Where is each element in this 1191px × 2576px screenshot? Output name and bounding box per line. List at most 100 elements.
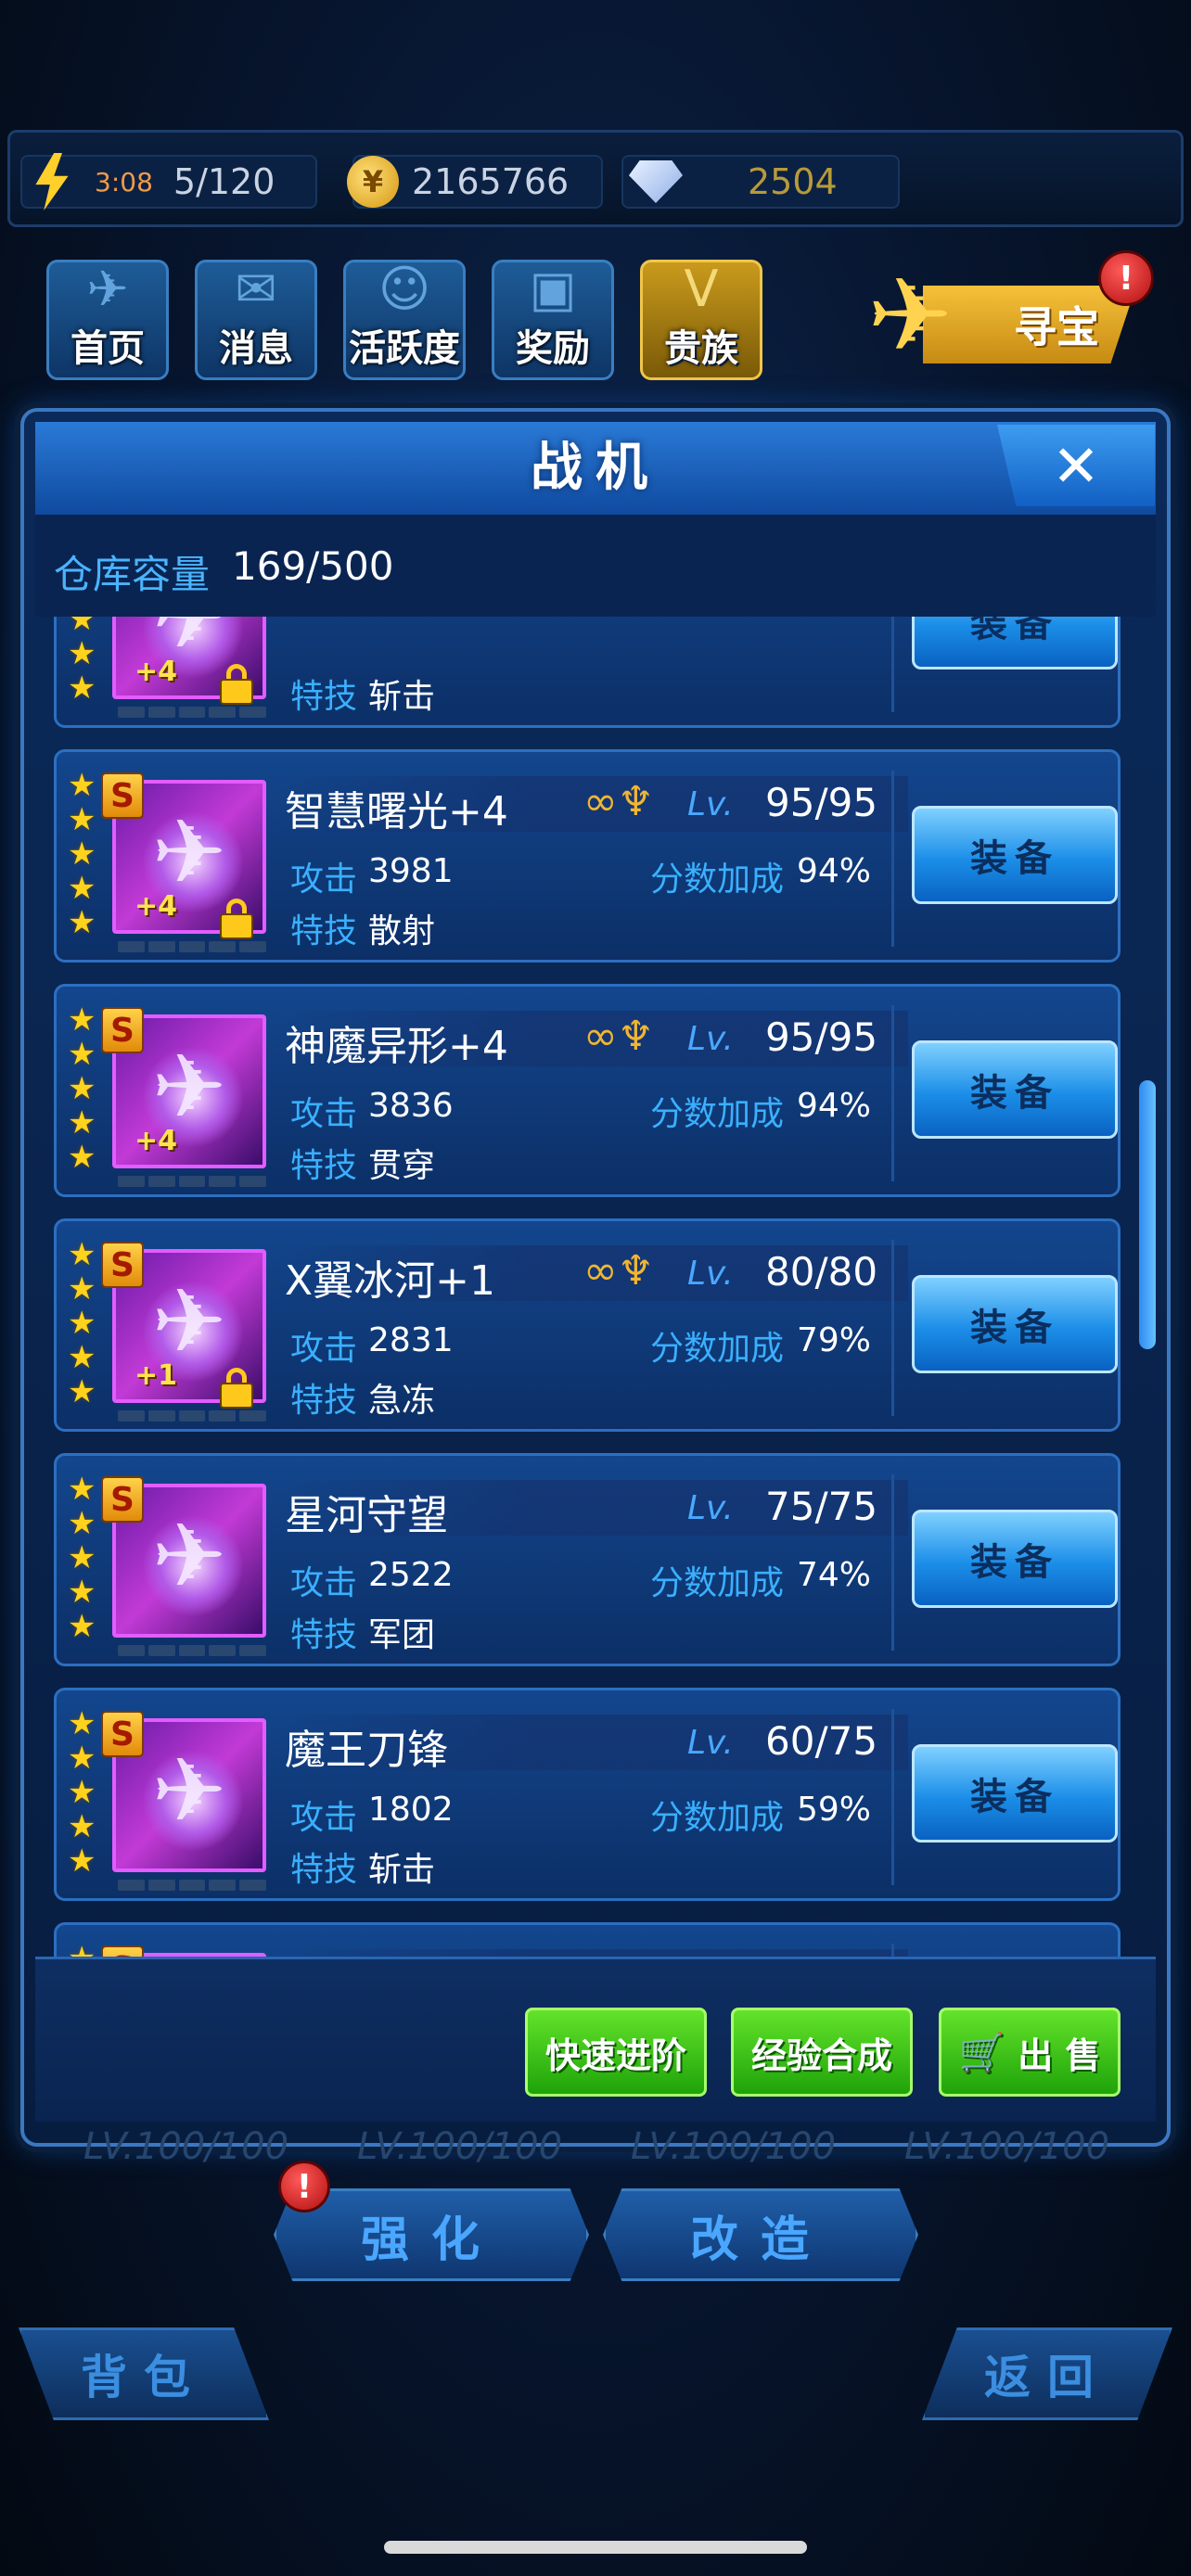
progress-slots <box>118 1880 266 1891</box>
equip-button[interactable]: 装备 <box>912 1040 1118 1139</box>
star-icon: ★ <box>68 1070 96 1107</box>
fighter-name: 神魔异形+4 <box>285 1023 508 1070</box>
star-rating: ★★★★★ <box>68 1238 101 1409</box>
star-icon: ★ <box>68 1705 96 1742</box>
bonus-label: 分数加成 <box>650 861 785 899</box>
attack-label: 攻击 <box>290 1095 358 1133</box>
treasure-label: 寻宝 <box>923 286 1136 363</box>
grade-badge: S <box>101 1007 144 1053</box>
fighter-list[interactable]: ★★★★★ ✈ +4 S 特技 斩击 <box>35 617 1156 1957</box>
equip-button[interactable]: 装备 <box>912 1744 1118 1843</box>
ghost-level-3: LV.100/100 <box>631 2125 837 2168</box>
progress-slots <box>118 707 266 718</box>
bonus-label: 分数加成 <box>650 1799 785 1837</box>
sell-label: 出 售 <box>1018 2034 1101 2076</box>
medal-icon: ∞♆ <box>583 1013 655 1060</box>
star-rating: ★★★★★ <box>68 1707 101 1879</box>
enhance-alert-badge: ! <box>278 2161 330 2213</box>
skill-value: 斩击 <box>368 678 436 716</box>
star-icon: ★ <box>68 617 96 638</box>
bonus-label: 分数加成 <box>650 1564 785 1602</box>
equip-button[interactable]: 装备 <box>912 1510 1118 1608</box>
close-button[interactable]: ✕ <box>997 425 1155 506</box>
fighter-row[interactable]: ★★★★★ ✈ S 魔王刀锋 Lv. 60/75 <box>54 1922 1121 1957</box>
fighter-row[interactable]: ★ ★ ★ ★ ★ ✈ +4 S 神魔异形+4 ∞♆ Lv. 95/95 攻击 3836… <box>54 984 1121 1197</box>
star-icon: ★ <box>68 635 96 672</box>
skill-label: 特技 <box>290 1382 358 1420</box>
modify-button[interactable]: 改造 <box>603 2188 918 2281</box>
treasure-alert-badge: ! <box>1098 250 1154 306</box>
nav-reward-label: 奖励 <box>516 327 590 370</box>
skill-label: 特技 <box>290 1851 358 1889</box>
skill-value: 贯穿 <box>368 1147 436 1185</box>
fighter-level: 80/80 <box>765 1249 878 1294</box>
fighter-row[interactable]: ★ ★ ★ ★ ★ ✈ S 星河守望 Lv. 75/75 攻击 2522 分数加成 74… <box>54 1453 1121 1666</box>
skill-value: 散射 <box>368 912 436 950</box>
fighter-row[interactable]: ★★★★★ ✈ +4 S 特技 斩击 <box>54 617 1121 728</box>
star-icon: ★ <box>68 1740 96 1777</box>
fighter-row[interactable]: ★ ★ ★ ★ ★ ✈ S 魔王刀锋 Lv. 60/75 攻击 1802 分数加成 59… <box>54 1688 1121 1901</box>
row-divider <box>891 1944 894 1957</box>
row-divider <box>891 617 894 712</box>
medal-icon: ∞♆ <box>583 1247 655 1294</box>
fighter-level: 60/75 <box>765 1718 878 1764</box>
grade-badge: S <box>101 772 144 819</box>
star-rating: ★★★★★ <box>68 1003 101 1175</box>
star-icon: ★ <box>68 1808 96 1845</box>
backpack-button[interactable]: 背包 <box>19 2327 269 2420</box>
skill-value: 急冻 <box>368 1382 436 1420</box>
exp-merge-button[interactable]: 经验合成 <box>731 2008 913 2097</box>
home-indicator[interactable] <box>384 2541 807 2554</box>
fighter-row[interactable]: ★ ★ ★ ★ ★ ✈ +4 S 智慧曙光+4 ∞♆ Lv. 95/95 攻击 3981… <box>54 749 1121 963</box>
star-icon: ★ <box>68 1373 96 1410</box>
grade-badge: S <box>101 1476 144 1523</box>
nav-activity-label: 活跃度 <box>349 327 460 370</box>
quick-advance-button[interactable]: 快速进阶 <box>525 2008 707 2097</box>
star-icon: ★ <box>68 1139 96 1176</box>
gold-pill[interactable]: ¥ 2165766 <box>347 155 603 209</box>
lock-icon[interactable] <box>218 1368 255 1409</box>
fighter-info: ★★★★★ ✈ S 魔王刀锋 Lv. 60/75 <box>64 1932 908 1957</box>
back-button[interactable]: 返回 <box>922 2327 1172 2420</box>
equip-button[interactable]: 装备 <box>912 617 1118 670</box>
lock-icon[interactable] <box>218 664 255 705</box>
level-label: Lv. <box>687 1255 734 1293</box>
star-icon: ★ <box>68 767 96 804</box>
bonus-label: 分数加成 <box>650 1095 785 1133</box>
level-label: Lv. <box>687 1489 734 1527</box>
attack-label: 攻击 <box>290 861 358 899</box>
bonus-value: 94% <box>797 1087 872 1125</box>
nav-activity-button[interactable]: ☺ 活跃度 <box>343 260 466 380</box>
equip-button[interactable]: 装备 <box>912 806 1118 904</box>
nav-vip-label: 贵族 <box>664 327 738 370</box>
nav-message-label: 消息 <box>219 327 293 370</box>
list-scrollbar[interactable] <box>1139 1080 1156 1349</box>
fighter-row[interactable]: ★ ★ ★ ★ ★ ✈ +1 S X翼冰河+1 ∞♆ Lv. 80/80 攻击 2831… <box>54 1218 1121 1432</box>
fighter-level: 95/95 <box>765 1014 878 1060</box>
star-icon: ★ <box>68 1270 96 1307</box>
star-icon: ★ <box>68 1036 96 1073</box>
row-divider <box>891 1474 894 1651</box>
star-icon: ★ <box>68 801 96 838</box>
fighter-name: 星河守望 <box>285 1492 448 1539</box>
skill-value: 军团 <box>368 1616 436 1654</box>
nav-reward-button[interactable]: ▣ 奖励 <box>492 260 614 380</box>
home-icon: ✈ <box>86 260 129 318</box>
nav-message-button[interactable]: ✉ 消息 <box>195 260 317 380</box>
level-label: Lv. <box>687 1724 734 1762</box>
fighter-info: ★★★★★ ✈ +4 S 特技 斩击 <box>64 617 899 718</box>
fighter-info: ★ ★ ★ ★ ★ ✈ +1 S X翼冰河+1 ∞♆ Lv. 80/80 攻击 2831… <box>64 1229 908 1422</box>
skill-value: 斩击 <box>368 1851 436 1889</box>
gem-pill[interactable]: 2504 <box>621 155 900 209</box>
sell-button[interactable]: 🛒 出 售 <box>939 2008 1121 2097</box>
equip-button[interactable]: 装备 <box>912 1275 1118 1373</box>
capacity-label: 仓库容量 <box>54 552 211 597</box>
lock-icon[interactable] <box>218 899 255 939</box>
nav-vip-button[interactable]: V 贵族 <box>640 260 762 380</box>
star-icon: ★ <box>68 1574 96 1611</box>
fighter-info: ★ ★ ★ ★ ★ ✈ S 魔王刀锋 Lv. 60/75 攻击 1802 分数加成 59… <box>64 1698 908 1891</box>
star-icon: ★ <box>68 904 96 941</box>
nav-home-button[interactable]: ✈ 首页 <box>46 260 169 380</box>
progress-slots <box>118 1645 266 1656</box>
energy-pill[interactable]: 3:08 5/120 <box>20 153 317 210</box>
